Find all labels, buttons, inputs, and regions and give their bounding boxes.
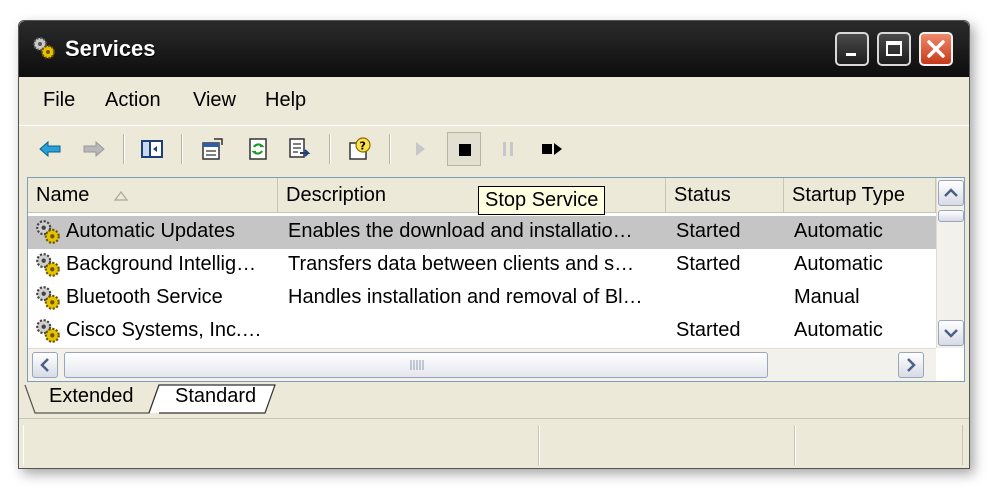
minimize-icon — [846, 53, 856, 56]
service-description: Enables the download and installatio… — [288, 220, 633, 242]
sort-ascending-icon — [114, 191, 128, 201]
restart-service-button[interactable] — [535, 132, 569, 166]
toolbar-separator — [181, 134, 183, 164]
toolbar-separator — [389, 134, 391, 164]
service-name: Bluetooth Service — [66, 286, 223, 308]
close-icon — [927, 40, 945, 58]
service-startup-type: Manual — [794, 286, 860, 308]
minimize-button[interactable] — [835, 32, 869, 66]
status-pane — [539, 425, 795, 465]
close-button[interactable] — [919, 32, 953, 66]
column-header-description[interactable]: Description — [278, 178, 666, 212]
tab-standard[interactable]: Standard — [175, 385, 256, 408]
toolbar: ? — [19, 125, 969, 172]
service-gear-icon — [36, 319, 60, 343]
service-status: Started — [676, 319, 741, 341]
table-row[interactable]: Bluetooth Service Handles installation a… — [28, 282, 936, 315]
refresh-icon — [249, 138, 267, 160]
column-header-startup-type[interactable]: Startup Type — [784, 178, 936, 212]
start-service-button[interactable] — [403, 132, 437, 166]
service-startup-type: Automatic — [794, 220, 883, 242]
service-status: Started — [676, 253, 741, 275]
menu-help[interactable]: Help — [265, 89, 306, 112]
status-pane — [23, 425, 539, 465]
scroll-right-button[interactable] — [898, 352, 924, 378]
chevron-up-icon — [944, 188, 958, 197]
help-icon: ? — [349, 137, 371, 160]
table-row[interactable]: Cisco Systems, Inc.… Started Automatic — [28, 315, 936, 348]
window-title: Services — [65, 36, 156, 61]
service-status: Started — [676, 220, 741, 242]
stop-service-icon — [459, 144, 471, 156]
status-pane — [795, 425, 963, 465]
view-tabs: Extended Standard — [19, 383, 969, 417]
horizontal-scrollbar[interactable] — [28, 348, 936, 381]
grip-icon — [410, 360, 424, 370]
back-icon — [39, 140, 61, 158]
service-name: Automatic Updates — [66, 220, 235, 242]
scroll-up-button[interactable] — [938, 180, 964, 206]
stop-service-tooltip: Stop Service — [478, 186, 606, 215]
menu-file[interactable]: File — [43, 89, 75, 112]
menu-view[interactable]: View — [193, 89, 236, 112]
menu-action[interactable]: Action — [105, 89, 161, 112]
services-window: Services File Action View Help ? Name De… — [18, 20, 970, 469]
scroll-left-button[interactable] — [32, 352, 58, 378]
column-header-status[interactable]: Status — [666, 178, 784, 212]
service-description: Handles installation and removal of Bl… — [288, 286, 643, 308]
service-description: Transfers data between clients and s… — [288, 253, 635, 275]
maximize-icon — [886, 41, 902, 56]
service-gear-icon — [36, 253, 60, 277]
export-list-button[interactable] — [283, 132, 317, 166]
chevron-right-icon — [907, 358, 916, 372]
table-row[interactable]: Background Intellig… Transfers data betw… — [28, 249, 936, 282]
services-gear-icon — [33, 37, 55, 59]
show-hide-console-tree-icon — [141, 140, 163, 158]
chevron-left-icon — [40, 358, 49, 372]
refresh-button[interactable] — [241, 132, 275, 166]
pause-service-icon — [503, 142, 513, 156]
forward-button[interactable] — [77, 132, 111, 166]
toolbar-separator — [329, 134, 331, 164]
show-hide-console-tree-button[interactable] — [135, 132, 169, 166]
pause-service-button[interactable] — [491, 132, 525, 166]
column-header-name[interactable]: Name — [28, 178, 278, 212]
svg-text:?: ? — [360, 140, 366, 153]
export-list-icon — [289, 138, 311, 158]
chevron-down-icon — [944, 329, 958, 338]
title-bar[interactable]: Services — [19, 21, 969, 77]
service-startup-type: Automatic — [794, 253, 883, 275]
vertical-scrollbar[interactable] — [936, 178, 964, 348]
toolbar-separator — [123, 134, 125, 164]
forward-icon — [83, 140, 105, 158]
service-gear-icon — [36, 286, 60, 310]
scroll-down-button[interactable] — [938, 320, 964, 346]
vertical-scroll-thumb[interactable] — [938, 210, 964, 222]
service-name: Cisco Systems, Inc.… — [66, 319, 262, 341]
help-button[interactable]: ? — [343, 132, 377, 166]
back-button[interactable] — [33, 132, 67, 166]
maximize-button[interactable] — [877, 32, 911, 66]
status-bar — [19, 418, 969, 468]
properties-button[interactable] — [195, 132, 229, 166]
horizontal-scroll-thumb[interactable] — [64, 352, 768, 378]
stop-service-button[interactable] — [447, 132, 481, 166]
restart-service-icon — [542, 143, 562, 155]
table-row[interactable]: Automatic Updates Enables the download a… — [28, 216, 936, 249]
menu-bar: File Action View Help — [19, 77, 969, 123]
tab-extended[interactable]: Extended — [49, 385, 134, 408]
service-name: Background Intellig… — [66, 253, 257, 275]
service-startup-type: Automatic — [794, 319, 883, 341]
start-service-icon — [416, 142, 425, 156]
service-gear-icon — [36, 220, 60, 244]
properties-icon — [202, 138, 223, 160]
